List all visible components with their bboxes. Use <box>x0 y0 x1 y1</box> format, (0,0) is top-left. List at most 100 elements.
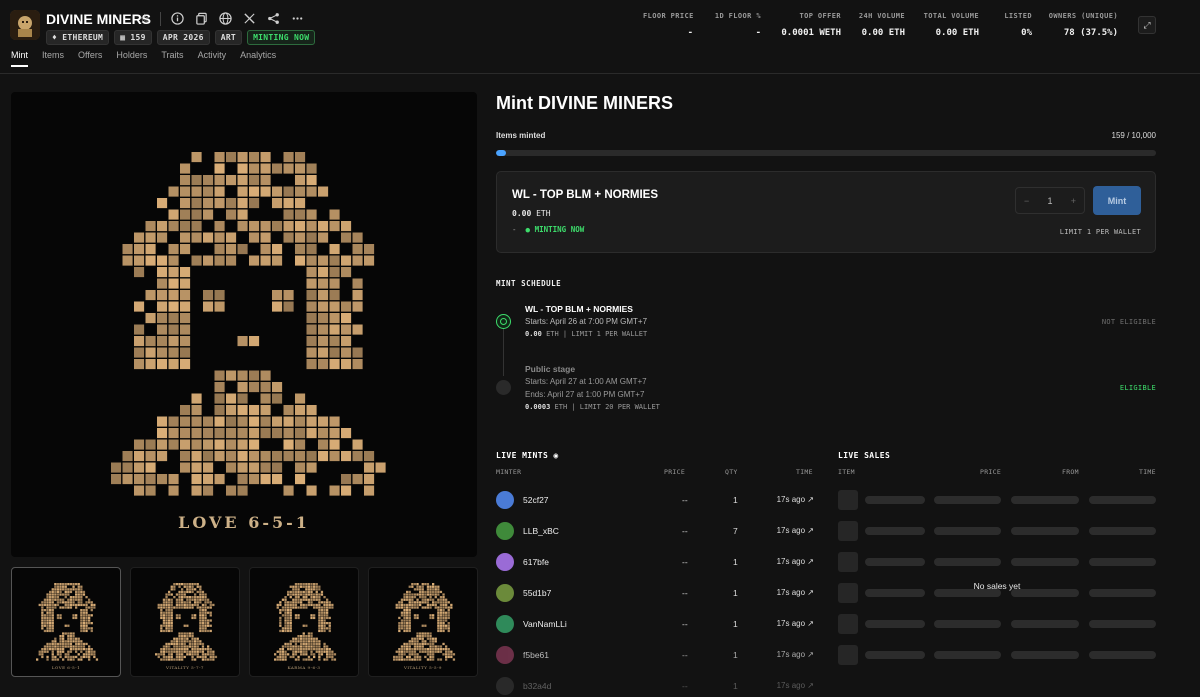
tab-offers[interactable]: Offers <box>78 50 102 67</box>
skeleton-bar <box>1089 620 1156 628</box>
minter-avatar[interactable] <box>496 615 514 633</box>
tab-holders[interactable]: Holders <box>116 50 147 67</box>
expand-icon[interactable]: ⤢ <box>1138 16 1156 34</box>
minting-status-badge: MINTING NOW <box>247 30 316 45</box>
minter-name[interactable]: LLB_xBC <box>523 526 559 536</box>
live-mint-row[interactable]: 617bfe -- 1 17s ago ↗ <box>496 553 814 573</box>
collection-stats: FLOOR PRICE - 1D FLOOR % - TOP OFFER 0.0… <box>643 12 1118 38</box>
schedule-stage-1-meta: 0.00 ETH | LIMIT 1 PER WALLET <box>525 330 648 338</box>
minter-name[interactable]: b32a4d <box>523 681 551 691</box>
live-mint-row[interactable]: 52cf27 -- 1 17s ago ↗ <box>496 491 814 511</box>
tab-activity[interactable]: Activity <box>198 50 227 67</box>
minter-avatar[interactable] <box>496 677 514 695</box>
main-artwork[interactable]: LOVE 6-5-1 <box>11 92 477 557</box>
mint-qty: 7 <box>733 526 738 536</box>
skeleton-bar <box>1011 620 1079 628</box>
mint-time-link[interactable]: 17s ago ↗ <box>777 619 814 628</box>
thumbnail-art <box>274 583 337 661</box>
skeleton-bar <box>1089 558 1156 566</box>
live-mint-row[interactable]: VanNamLLi -- 1 17s ago ↗ <box>496 615 814 635</box>
minter-avatar[interactable] <box>496 584 514 602</box>
chain-badge: ♦ ETHEREUM <box>46 30 110 45</box>
mint-time-link[interactable]: 17s ago ↗ <box>777 495 814 504</box>
sale-skeleton-row <box>838 614 1156 634</box>
minter-name[interactable]: 52cf27 <box>523 495 549 505</box>
mint-qty: 1 <box>733 650 738 660</box>
live-mint-row[interactable]: LLB_xBC -- 7 17s ago ↗ <box>496 522 814 542</box>
mint-qty: 1 <box>733 588 738 598</box>
mint-time-link[interactable]: 17s ago ↗ <box>777 681 814 690</box>
thumbnail-2[interactable]: VITALITY 5-7-7 <box>130 567 240 677</box>
minter-avatar[interactable] <box>496 491 514 509</box>
mint-progress-fill <box>496 150 507 156</box>
mint-title: Mint DIVINE MINERS <box>496 93 674 113</box>
live-mint-row[interactable]: f5be61 -- 1 17s ago ↗ <box>496 646 814 666</box>
category-badge: ART <box>214 30 243 45</box>
quantity-stepper[interactable]: − 1 + <box>1015 187 1085 214</box>
thumbnail-4[interactable]: VITALITY 5-5-9 <box>368 567 478 677</box>
more-icon[interactable] <box>290 10 304 26</box>
skeleton-bar <box>934 527 1001 535</box>
schedule-stage-1-start: Starts: April 26 at 7:00 PM GMT+7 <box>525 317 648 326</box>
collection-header: DIVINE MINERS ☆ ♦ ETHEREUM ▦ 159 APR 202… <box>0 0 1200 74</box>
minter-name[interactable]: f5be61 <box>523 650 549 660</box>
minter-avatar[interactable] <box>496 553 514 571</box>
stat-24h-volume: 24H VOLUME 0.00 ETH <box>858 12 905 38</box>
mint-time-link[interactable]: 17s ago ↗ <box>777 557 814 566</box>
schedule-stage-2-name: Public stage <box>525 364 576 374</box>
skeleton-bar <box>1011 496 1079 504</box>
eye-icon[interactable]: ◉ <box>553 451 558 460</box>
mint-price: -- <box>682 619 688 629</box>
sale-skeleton-row <box>838 645 1156 665</box>
tab-items[interactable]: Items <box>42 50 64 67</box>
globe-icon[interactable] <box>218 10 232 26</box>
live-mint-row[interactable]: 55d1b7 -- 1 17s ago ↗ <box>496 584 814 604</box>
mint-qty: 1 <box>733 495 738 505</box>
tab-analytics[interactable]: Analytics <box>240 50 276 67</box>
minter-avatar[interactable] <box>496 646 514 664</box>
live-mint-row[interactable]: b32a4d -- 1 17s ago ↗ <box>496 677 814 697</box>
schedule-stage-2-start: Starts: April 27 at 1:00 AM GMT+7 <box>525 377 647 386</box>
tab-traits[interactable]: Traits <box>161 50 183 67</box>
minter-name[interactable]: VanNamLLi <box>523 619 567 629</box>
collection-logo[interactable] <box>10 10 40 40</box>
thumbnail-art <box>36 583 99 661</box>
live-mints-title: LIVE MINTS ◉ <box>496 451 559 460</box>
minter-name[interactable]: 617bfe <box>523 557 549 567</box>
mint-time-link[interactable]: 17s ago ↗ <box>777 588 814 597</box>
favorite-star-icon[interactable]: ☆ <box>139 11 151 27</box>
col-price: PRICE <box>664 468 686 476</box>
skeleton-bar <box>1011 558 1079 566</box>
skeleton-bar <box>1089 651 1156 659</box>
skeleton-bar <box>1089 527 1156 535</box>
wallet-limit: LIMIT 1 PER WALLET <box>1059 228 1141 236</box>
mint-price: -- <box>682 681 688 691</box>
mint-time-link[interactable]: 17s ago ↗ <box>777 526 814 535</box>
tab-mint[interactable]: Mint <box>11 50 29 67</box>
copy-icon[interactable] <box>194 10 208 26</box>
decrement-button[interactable]: − <box>1024 196 1029 206</box>
artwork-caption: LOVE 6-5-1 <box>178 513 310 532</box>
sale-item-placeholder <box>838 614 858 634</box>
minter-avatar[interactable] <box>496 522 514 540</box>
thumbnail-1[interactable]: LOVE 6-5-1 <box>11 567 121 677</box>
stat-top-offer: TOP OFFER 0.0001 WETH <box>781 12 841 38</box>
mint-time-link[interactable]: 17s ago ↗ <box>777 650 814 659</box>
skeleton-bar <box>1089 496 1156 504</box>
quantity-value[interactable]: 1 <box>1047 196 1052 206</box>
thumbnail-3[interactable]: KARMA 9-6-3 <box>249 567 359 677</box>
skeleton-bar <box>934 620 1001 628</box>
sale-skeleton-row <box>838 552 1156 572</box>
share-icon[interactable] <box>266 10 280 26</box>
mint-price: -- <box>682 588 688 598</box>
stage-status: - ● MINTING NOW <box>512 225 585 234</box>
x-twitter-icon[interactable] <box>242 10 256 26</box>
minter-name[interactable]: 55d1b7 <box>523 588 551 598</box>
items-minted-label: Items minted <box>496 131 546 140</box>
thumbnail-art <box>393 583 456 661</box>
increment-button[interactable]: + <box>1071 196 1076 206</box>
artwork-pixel-portrait <box>111 152 386 496</box>
col-item: ITEM <box>838 468 855 476</box>
info-icon[interactable] <box>170 10 184 26</box>
mint-button[interactable]: Mint <box>1093 186 1141 215</box>
